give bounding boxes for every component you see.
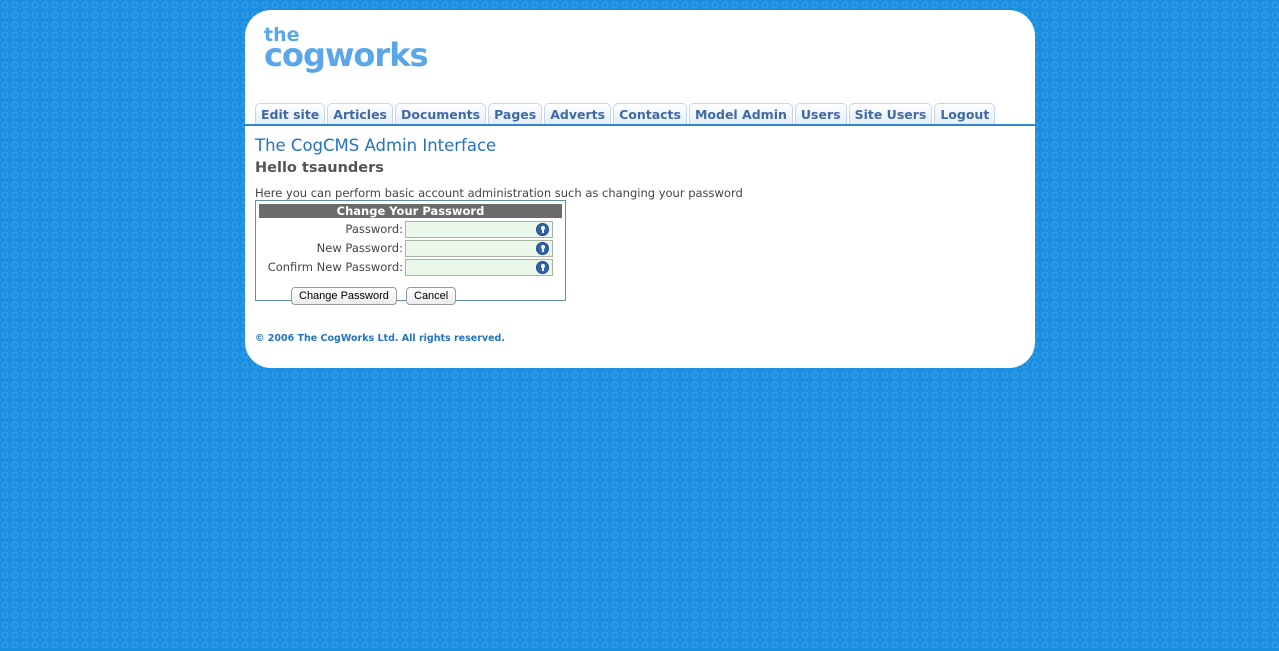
tab-logout[interactable]: Logout <box>934 103 996 124</box>
tab-model-admin[interactable]: Model Admin <box>688 103 793 124</box>
keyhole-icon <box>536 223 549 236</box>
password-label: Password: <box>345 222 403 236</box>
greeting: Hello tsaunders <box>255 160 384 176</box>
change-password-form: Change Your Password Password: New Passw… <box>255 200 566 301</box>
tab-users[interactable]: Users <box>794 103 847 124</box>
tab-documents[interactable]: Documents <box>395 103 487 124</box>
cancel-button[interactable]: Cancel <box>406 287 457 305</box>
nav-tabs: Edit site Articles Documents Pages Adver… <box>255 103 996 125</box>
new-password-label: New Password: <box>316 241 403 255</box>
keyhole-icon <box>536 242 549 255</box>
footer-copyright: © 2006 The CogWorks Ltd. All rights rese… <box>255 333 505 344</box>
tab-adverts[interactable]: Adverts <box>544 103 612 124</box>
confirm-password-field[interactable] <box>405 259 553 276</box>
keyhole-icon <box>536 261 549 274</box>
main-panel: the cogworks Edit site Articles Document… <box>245 10 1035 368</box>
password-row: Password: <box>256 221 565 239</box>
tab-pages[interactable]: Pages <box>488 103 543 124</box>
confirm-password-row: Confirm New Password: <box>256 259 565 277</box>
password-field[interactable] <box>405 221 553 238</box>
page-description: Here you can perform basic account admin… <box>255 186 743 200</box>
new-password-row: New Password: <box>256 240 565 258</box>
form-heading: Change Your Password <box>259 204 562 218</box>
page-title: The CogCMS Admin Interface <box>255 136 497 155</box>
change-password-button[interactable]: Change Password <box>291 287 397 305</box>
tab-edit-site[interactable]: Edit site <box>255 103 326 124</box>
confirm-password-label: Confirm New Password: <box>267 260 403 274</box>
cogworks-logo[interactable]: the cogworks <box>264 26 429 74</box>
tab-contacts[interactable]: Contacts <box>613 103 687 124</box>
tab-articles[interactable]: Articles <box>327 103 393 124</box>
tab-site-users[interactable]: Site Users <box>848 103 933 124</box>
logo-line-cogworks: cogworks <box>264 36 429 74</box>
new-password-field[interactable] <box>405 240 553 257</box>
tab-divider <box>245 124 1035 126</box>
